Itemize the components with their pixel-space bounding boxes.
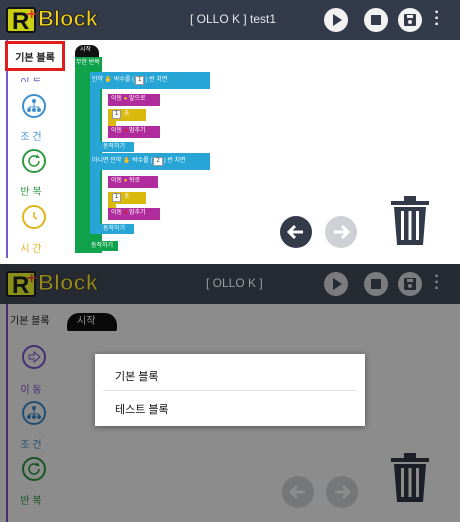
- elseif-label: 아니면 만약: [92, 158, 122, 164]
- start-block[interactable]: 시작: [75, 45, 99, 57]
- clap-count-field[interactable]: 1: [135, 76, 145, 85]
- move-forward-block[interactable]: 이동 ● 앞으로: [108, 94, 160, 106]
- stop-button[interactable]: [364, 8, 388, 32]
- action-block[interactable]: 동작하기: [100, 224, 134, 234]
- run-button[interactable]: [324, 8, 348, 32]
- trash-icon[interactable]: [389, 195, 431, 247]
- direction-icon: ●: [123, 178, 128, 184]
- stop-label: 멈추기: [129, 128, 146, 134]
- app-logo: R + Block: [6, 6, 112, 35]
- logo-plus: +: [27, 6, 37, 23]
- clap-suffix: ) 번 치면: [163, 158, 186, 164]
- forever-loop-label: 무한 반복: [76, 60, 100, 66]
- category-label-condition[interactable]: 조 건: [0, 128, 62, 143]
- loop-icon[interactable]: [22, 149, 46, 173]
- menu-item-basic-blocks[interactable]: 기본 블록: [115, 368, 159, 384]
- more-menu-icon[interactable]: · · ·: [434, 269, 440, 297]
- category-label-loop[interactable]: 반 복: [0, 183, 62, 198]
- save-icon: [404, 278, 416, 290]
- undo-button[interactable]: [280, 216, 312, 248]
- stop-icon: [371, 15, 381, 25]
- direction-icon: ●: [123, 96, 128, 102]
- seconds-label: 초: [124, 111, 130, 117]
- move-label: 이동: [111, 178, 123, 184]
- move-direction: 앞으로: [129, 96, 146, 102]
- logo-plus: +: [27, 270, 37, 287]
- if-block-content: 만약 ✋ 박수를 (1) 번 치면: [92, 75, 167, 86]
- screen-category-menu: R + Block [ OLLO K ] · · · 기본 블록 이 동 조 건 반…: [0, 264, 460, 522]
- logo-badge: R +: [6, 6, 37, 35]
- hand-icon: ✋: [122, 158, 131, 164]
- seconds-label: 초: [124, 194, 130, 200]
- menu-item-test-blocks[interactable]: 테스트 블록: [115, 401, 169, 417]
- stop-label: 멈추기: [129, 210, 146, 216]
- sidebar-accent-line: [6, 40, 8, 258]
- stop-icon: ●: [123, 210, 128, 216]
- wait-seconds-field[interactable]: 1: [112, 110, 122, 119]
- run-button[interactable]: [324, 272, 348, 296]
- clap-count-field[interactable]: 2: [153, 157, 163, 166]
- stop-icon: [371, 279, 381, 289]
- move-backward-block[interactable]: 이동 ● 뒤로: [108, 176, 158, 188]
- stop-move-block[interactable]: 이동 ● 멈추기: [108, 126, 160, 138]
- wait-block[interactable]: 1 초: [108, 109, 146, 121]
- move-label: 이동: [111, 96, 123, 102]
- clap-label: 박수를 (: [113, 77, 135, 83]
- project-title: [ OLLO K ] test1: [190, 12, 277, 26]
- stop-move-block[interactable]: 이동 ● 멈추기: [108, 208, 160, 220]
- logo-word: Block: [38, 270, 99, 296]
- action-block[interactable]: 동작하기: [100, 142, 134, 152]
- menu-divider: [103, 390, 357, 391]
- save-button[interactable]: [398, 8, 422, 32]
- project-title: [ OLLO K ]: [206, 276, 263, 290]
- save-button[interactable]: [398, 272, 422, 296]
- top-bar: R + Block [ OLLO K ] test1 · · ·: [0, 0, 460, 40]
- elseif-block-arm: [90, 170, 100, 234]
- category-label-motion[interactable]: 이 동: [0, 74, 62, 82]
- logo-word: Block: [38, 6, 99, 32]
- action-block[interactable]: 동작하기: [88, 241, 118, 251]
- clap-label: 박수를 (: [132, 158, 153, 164]
- wait-seconds-field[interactable]: 1: [112, 193, 122, 202]
- tab-basic-blocks[interactable]: 기본 블록: [5, 41, 65, 71]
- move-label: 이동: [111, 210, 123, 216]
- more-menu-icon[interactable]: · · ·: [434, 5, 440, 33]
- app-logo: R + Block: [6, 270, 112, 299]
- logo-badge: R +: [6, 270, 37, 299]
- clap-suffix: ) 번 치면: [145, 77, 168, 83]
- play-icon: [333, 14, 342, 26]
- refresh-icon: [28, 154, 40, 167]
- block-category-menu: 기본 블록 테스트 블록: [95, 354, 365, 426]
- hierarchy-icon: [27, 99, 41, 112]
- play-icon: [333, 278, 342, 290]
- elseif-block-content: 아니면 만약 ✋ 박수를 (2) 번 치면: [92, 156, 186, 167]
- arrow-left-icon: [286, 224, 303, 240]
- arrow-right-icon: [334, 224, 351, 240]
- top-bar: R + Block [ OLLO K ] · · ·: [0, 264, 460, 304]
- stop-button[interactable]: [364, 272, 388, 296]
- wait-block[interactable]: 1 초: [108, 192, 146, 204]
- category-label-time[interactable]: 시 간: [0, 240, 62, 255]
- move-label: 이동: [111, 128, 123, 134]
- save-icon: [404, 14, 416, 26]
- if-block-arm: [90, 89, 100, 153]
- condition-icon[interactable]: [22, 94, 46, 118]
- clock-icon: [33, 212, 38, 220]
- time-icon[interactable]: [22, 205, 46, 229]
- hand-icon: ✋: [104, 77, 113, 83]
- screen-editor: R + Block [ OLLO K ] test1 ··· 기본 블록 이 동…: [0, 0, 460, 258]
- if-label: 만약: [92, 77, 104, 83]
- redo-button[interactable]: [325, 216, 357, 248]
- move-direction: 뒤로: [129, 178, 141, 184]
- stop-icon: ●: [123, 128, 128, 134]
